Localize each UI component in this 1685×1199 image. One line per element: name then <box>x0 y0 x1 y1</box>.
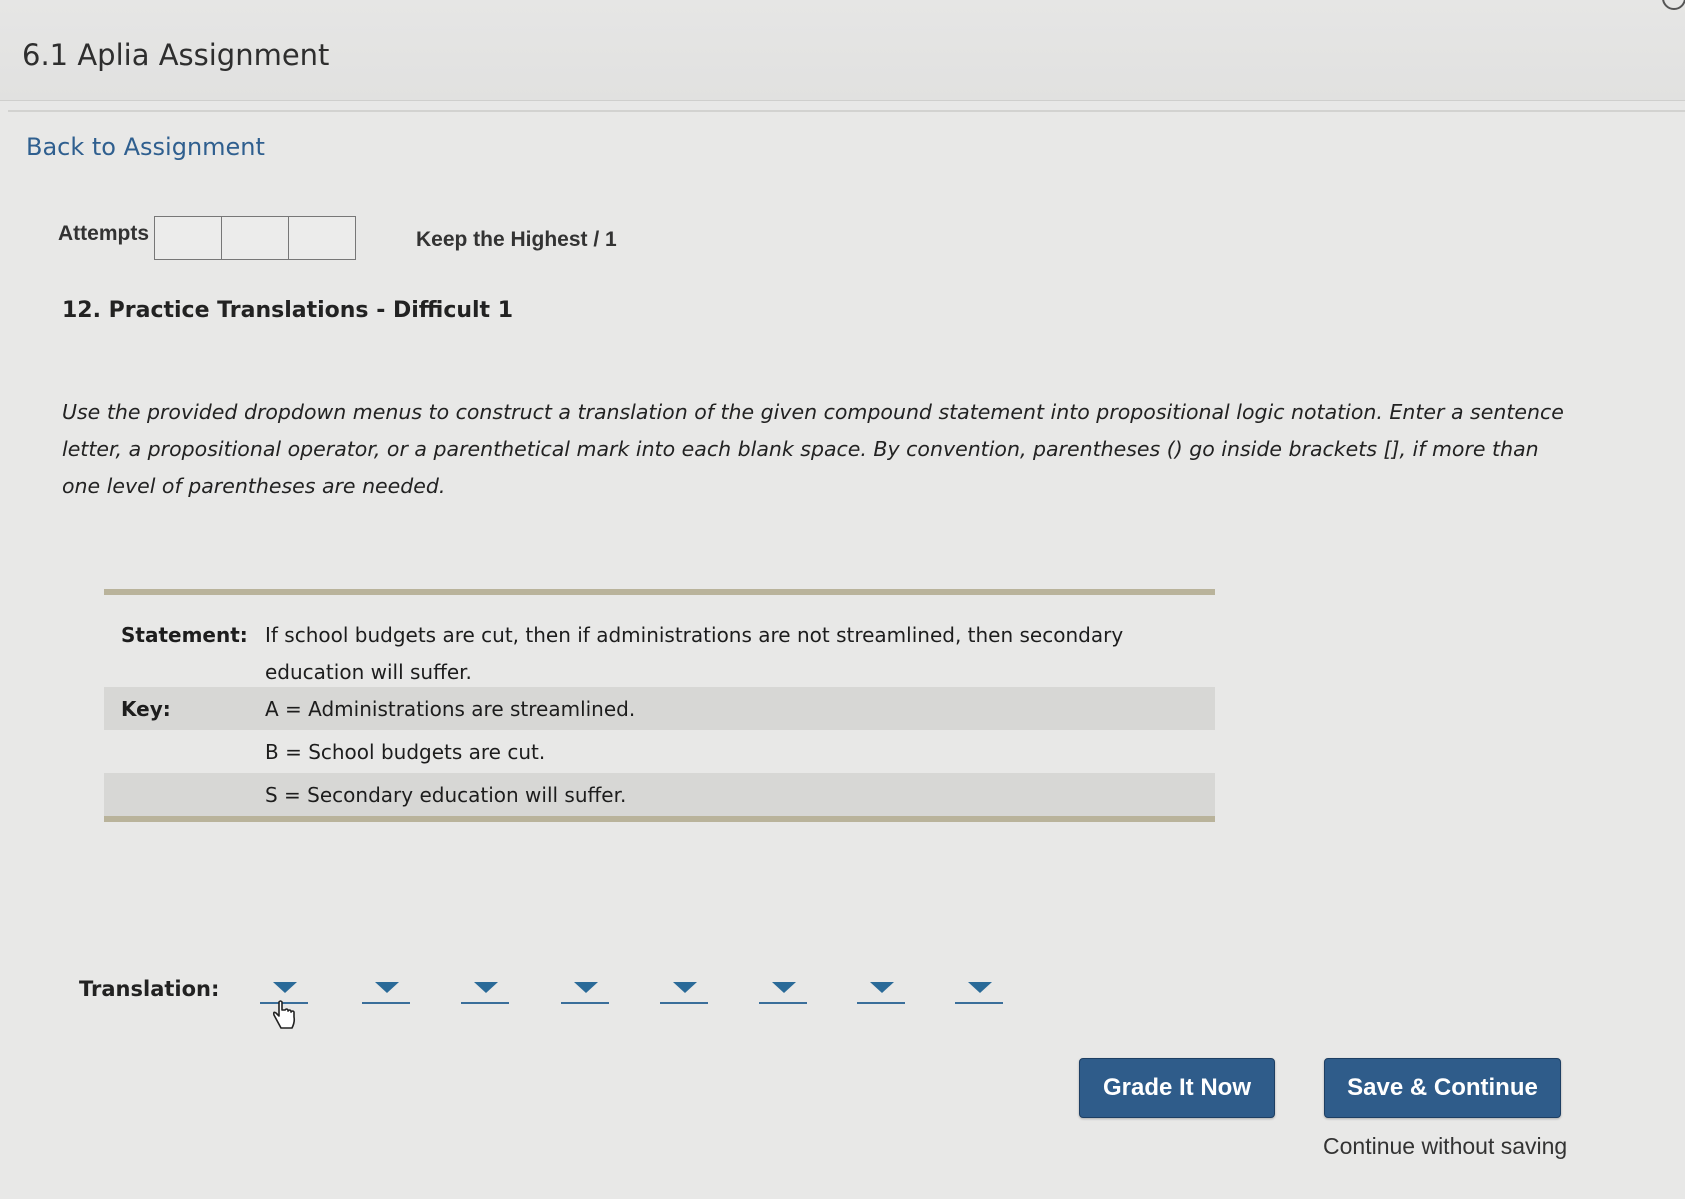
translation-dropdown[interactable] <box>362 980 410 1004</box>
chevron-down-icon <box>474 982 498 993</box>
grade-it-now-button[interactable]: Grade It Now <box>1079 1058 1275 1118</box>
chevron-down-icon <box>870 982 894 993</box>
key-item: A = Administrations are streamlined. <box>265 696 636 721</box>
attempts-indicator <box>154 216 356 260</box>
statement-row: Statement: If school budgets are cut, th… <box>104 595 1215 687</box>
back-to-assignment-link[interactable]: Back to Assignment <box>26 133 265 161</box>
chevron-down-icon <box>375 982 399 993</box>
page-title: 6.1 Aplia Assignment <box>22 38 330 72</box>
translation-dropdown[interactable] <box>955 980 1003 1004</box>
statement-label: Statement: <box>121 623 248 647</box>
key-row: B = School budgets are cut. <box>104 730 1215 773</box>
key-row: Key: A = Administrations are streamlined… <box>104 687 1215 730</box>
key-item: B = School budgets are cut. <box>265 739 546 764</box>
translation-label: Translation: <box>79 977 220 1001</box>
key-item: S = Secondary education will suffer. <box>265 782 627 807</box>
grading-policy: Keep the Highest / 1 <box>416 228 617 251</box>
hand-cursor-icon <box>272 1000 296 1029</box>
key-row: S = Secondary education will suffer. <box>104 773 1215 816</box>
translation-dropdown[interactable] <box>561 980 609 1004</box>
attempt-box <box>222 217 289 259</box>
divider <box>8 110 1685 112</box>
attempts-label: Attempts <box>58 222 150 245</box>
translation-dropdown[interactable] <box>660 980 708 1004</box>
attempt-box <box>289 217 355 259</box>
chevron-down-icon <box>673 982 697 993</box>
instructions: Use the provided dropdown menus to const… <box>62 400 1564 498</box>
question-title: 12. Practice Translations - Difficult 1 <box>62 298 514 323</box>
chevron-down-icon <box>968 982 992 993</box>
statement-text: If school budgets are cut, then if admin… <box>265 623 1124 684</box>
attempt-box <box>155 217 222 259</box>
statement-table: Statement: If school budgets are cut, th… <box>104 589 1215 822</box>
continue-without-saving-link[interactable]: Continue without saving <box>1323 1133 1567 1160</box>
key-label: Key: <box>121 696 171 721</box>
translation-dropdown[interactable] <box>759 980 807 1004</box>
save-continue-button[interactable]: Save & Continue <box>1324 1058 1561 1118</box>
chevron-down-icon <box>574 982 598 993</box>
translation-dropdown[interactable] <box>461 980 509 1004</box>
chevron-down-icon <box>772 982 796 993</box>
chevron-down-icon <box>273 982 297 993</box>
search-icon[interactable] <box>1660 0 1685 18</box>
translation-dropdown[interactable] <box>857 980 905 1004</box>
